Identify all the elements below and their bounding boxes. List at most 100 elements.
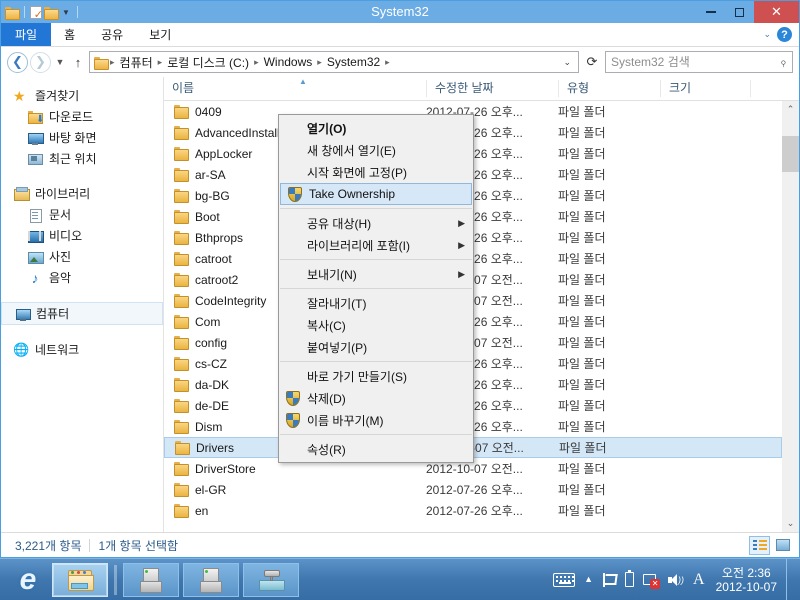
menu-item-label: 이름 바꾸기(M) bbox=[307, 413, 384, 428]
menu-item[interactable]: 새 창에서 열기(E) bbox=[279, 139, 473, 161]
back-button[interactable]: ❮ bbox=[7, 51, 28, 73]
menu-item[interactable]: 삭제(D) bbox=[279, 387, 473, 409]
taskbar-button-file-explorer[interactable] bbox=[52, 562, 108, 597]
folder-icon[interactable] bbox=[5, 6, 20, 20]
column-header-date-modified[interactable]: 수정한 날짜 bbox=[426, 80, 558, 97]
menu-item[interactable]: Take Ownership bbox=[280, 183, 472, 205]
sidebar-item-desktop[interactable]: 바탕 화면 bbox=[1, 127, 163, 148]
system-tray: ▲ ✕ )) A 오전 2:36 2012-10-07 bbox=[553, 558, 800, 600]
minimize-button[interactable] bbox=[696, 1, 725, 23]
scroll-up-button[interactable]: ⌃ bbox=[782, 101, 799, 118]
ime-mode-icon[interactable]: A bbox=[693, 571, 705, 589]
sidebar-item-videos[interactable]: 비디오 bbox=[1, 225, 163, 246]
chevron-down-icon[interactable]: ⌄ bbox=[763, 29, 771, 40]
file-name-label: ar-SA bbox=[195, 167, 226, 182]
volume-icon[interactable]: )) bbox=[668, 573, 684, 587]
search-input[interactable] bbox=[611, 55, 781, 69]
breadcrumb-separator[interactable]: ▸ bbox=[253, 57, 260, 68]
sidebar-item-pictures[interactable]: 사진 bbox=[1, 246, 163, 267]
menu-item[interactable]: 시작 화면에 고정(P) bbox=[279, 161, 473, 183]
menu-item[interactable]: 이름 바꾸기(M) bbox=[279, 409, 473, 431]
scrollbar-thumb[interactable] bbox=[782, 136, 799, 172]
music-icon: ♪ bbox=[31, 269, 39, 286]
breadcrumb-separator[interactable]: ▸ bbox=[316, 57, 323, 68]
file-explorer-window: ▼ System32 ✕ 파일 홈 공유 보기 ⌄ ? ❮ ❯ ▼ bbox=[0, 0, 800, 558]
close-button[interactable]: ✕ bbox=[754, 1, 799, 23]
details-view-button[interactable] bbox=[749, 535, 770, 555]
menu-item[interactable]: 열기(O) bbox=[279, 117, 473, 139]
taskbar-button-virtual-machine-1[interactable] bbox=[123, 562, 179, 597]
folder-icon bbox=[174, 252, 189, 266]
menu-item[interactable]: 바로 가기 만들기(S) bbox=[279, 365, 473, 387]
tab-view[interactable]: 보기 bbox=[136, 23, 184, 46]
window-title: System32 bbox=[371, 4, 429, 19]
search-box[interactable]: ⌕ bbox=[605, 51, 793, 73]
menu-item[interactable]: 잘라내기(T) bbox=[279, 292, 473, 314]
show-hidden-icons-icon[interactable]: ▲ bbox=[584, 575, 593, 584]
menu-item[interactable]: 복사(C) bbox=[279, 314, 473, 336]
table-row[interactable]: el-GR 2012-07-26 오후... 파일 폴더 bbox=[164, 479, 782, 500]
refresh-button[interactable]: ⟳ bbox=[581, 54, 603, 70]
sidebar-group-favorites[interactable]: ★ 즐겨찾기 bbox=[1, 85, 163, 106]
show-desktop-button[interactable] bbox=[786, 558, 792, 600]
sidebar-item-recent-places[interactable]: 최근 위치 bbox=[1, 148, 163, 169]
file-type-cell: 파일 폴더 bbox=[558, 399, 606, 413]
tab-share[interactable]: 공유 bbox=[88, 23, 136, 46]
tab-file[interactable]: 파일 bbox=[1, 23, 52, 46]
folder-icon bbox=[174, 420, 189, 434]
menu-item[interactable]: 공유 대상(H) ▶ bbox=[279, 212, 473, 234]
network-disconnected-icon[interactable]: ✕ bbox=[643, 572, 661, 589]
chevron-down-icon[interactable]: ⌄ bbox=[558, 57, 576, 68]
breadcrumb-item-computer[interactable]: 컴퓨터 bbox=[117, 53, 156, 72]
breadcrumb-separator[interactable]: ▸ bbox=[384, 57, 391, 68]
forward-button[interactable]: ❯ bbox=[30, 51, 51, 73]
sidebar-item-music[interactable]: ♪ 음악 bbox=[1, 267, 163, 288]
title-bar[interactable]: ▼ System32 ✕ bbox=[1, 1, 799, 23]
sidebar-item-downloads[interactable]: ⬇ 다운로드 bbox=[1, 106, 163, 127]
table-row[interactable]: en 2012-07-26 오후... 파일 폴더 bbox=[164, 500, 782, 521]
scrollbar-track[interactable] bbox=[782, 118, 799, 515]
file-type-cell: 파일 폴더 bbox=[558, 252, 606, 266]
help-icon[interactable]: ? bbox=[777, 27, 792, 42]
column-header-name[interactable]: 이름 bbox=[164, 80, 426, 97]
clock[interactable]: 오전 2:36 2012-10-07 bbox=[714, 566, 777, 594]
scroll-down-button[interactable]: ⌄ bbox=[782, 515, 799, 532]
taskbar-button-virtual-machine-2[interactable] bbox=[183, 562, 239, 597]
sidebar-item-documents[interactable]: 문서 bbox=[1, 204, 163, 225]
breadcrumb-item-windows[interactable]: Windows bbox=[261, 54, 316, 70]
recent-locations-button[interactable]: ▼ bbox=[53, 57, 67, 67]
action-center-flag-icon[interactable] bbox=[602, 572, 616, 587]
column-header-extra[interactable] bbox=[750, 80, 799, 97]
menu-item[interactable]: 붙여넣기(P) bbox=[279, 336, 473, 358]
new-folder-icon[interactable] bbox=[44, 6, 59, 20]
sidebar-item-network[interactable]: 🌐 네트워크 bbox=[1, 339, 163, 360]
taskbar: e ▲ ✕)) A 오전 2:36 2012-10-07 bbox=[0, 558, 800, 600]
network-icon: 🌐 bbox=[13, 341, 30, 357]
touch-keyboard-icon[interactable] bbox=[553, 572, 576, 587]
menu-item[interactable]: 라이브러리에 포함(I) ▶ bbox=[279, 234, 473, 256]
context-menu[interactable]: 열기(O) 새 창에서 열기(E) 시작 화면에 고정(P) Take Ownersh… bbox=[278, 114, 474, 463]
tab-home[interactable]: 홈 bbox=[51, 23, 88, 46]
breadcrumb[interactable]: ▸ 컴퓨터 ▸ 로컬 디스크 (C:) ▸ Windows ▸ System32… bbox=[89, 51, 579, 73]
battery-icon[interactable] bbox=[625, 570, 635, 587]
column-header-size[interactable]: 크기 bbox=[660, 80, 750, 97]
large-icons-view-button[interactable] bbox=[772, 536, 793, 555]
menu-item[interactable]: 보내기(N) ▶ bbox=[279, 263, 473, 285]
restore-button[interactable] bbox=[725, 1, 754, 23]
vertical-scrollbar[interactable]: ⌃ ⌄ bbox=[782, 101, 799, 532]
column-header-type[interactable]: 유형 bbox=[558, 80, 660, 97]
breadcrumb-separator[interactable]: ▸ bbox=[157, 57, 164, 68]
menu-item[interactable]: 속성(R) bbox=[279, 438, 473, 460]
up-button[interactable]: ↑ bbox=[69, 55, 87, 70]
toolbox-icon bbox=[258, 569, 285, 591]
breadcrumb-item-system32[interactable]: System32 bbox=[324, 54, 383, 70]
folder-icon bbox=[174, 147, 189, 161]
taskbar-button-internet-explorer[interactable]: e bbox=[8, 562, 48, 598]
properties-icon[interactable] bbox=[30, 5, 43, 21]
taskbar-button-toolbox[interactable] bbox=[243, 562, 299, 597]
sidebar-item-computer[interactable]: 컴퓨터 bbox=[1, 302, 163, 325]
breadcrumb-item-local-disk[interactable]: 로컬 디스크 (C:) bbox=[164, 53, 252, 72]
chevron-down-icon[interactable]: ▼ bbox=[60, 8, 72, 17]
sidebar-group-libraries[interactable]: 라이브러리 bbox=[1, 183, 163, 204]
pictures-icon bbox=[27, 249, 44, 265]
